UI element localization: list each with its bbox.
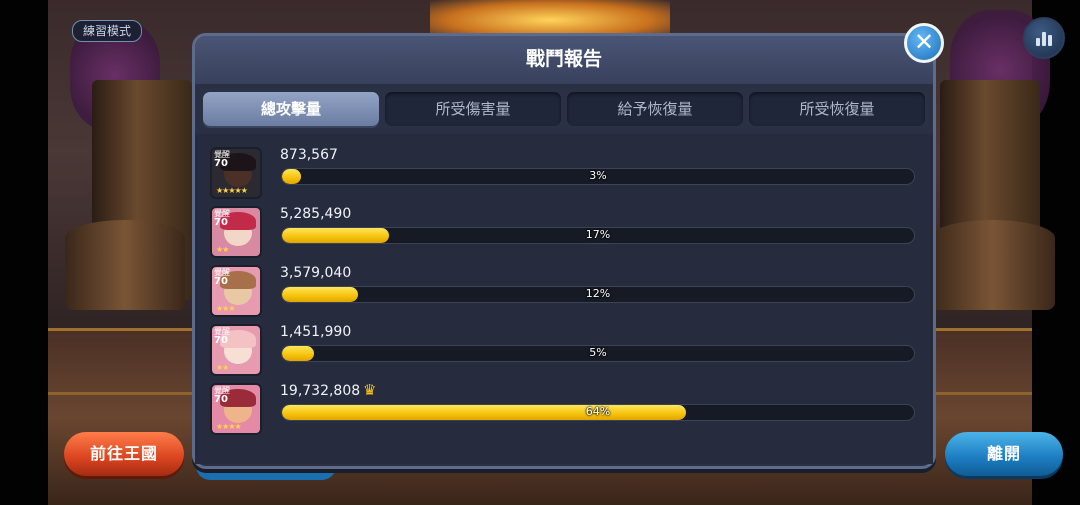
percent-label: 3% [589, 169, 607, 182]
close-icon: ✕ [913, 28, 935, 56]
cookie-avatar[interactable]: 覺醒 70 ★★★ [210, 265, 262, 317]
list-item: 覺醒 70 ★★★ 3,579,040 12% [195, 265, 933, 323]
progress-track: 64% [281, 404, 915, 421]
avatar-level: 覺醒 70 [214, 327, 230, 346]
avatar-level: 覺醒 70 [214, 209, 230, 228]
tab-damage-taken[interactable]: 所受傷害量 [385, 92, 561, 126]
cookie-avatar[interactable]: 覺醒 70 ★★★★ [210, 383, 262, 435]
go-to-kingdom-button[interactable]: 前往王國 [64, 432, 184, 476]
cookie-avatar[interactable]: 覺醒 70 ★★ [210, 206, 262, 258]
close-button[interactable]: ✕ [904, 23, 944, 63]
crown-icon: ♛ [363, 381, 377, 399]
leave-button[interactable]: 離開 [945, 432, 1063, 476]
cookie-avatar[interactable]: 覺醒 70 ★★★★★ [210, 147, 262, 199]
damage-value: 3,579,040 [280, 265, 352, 281]
star-icon: ★★★ [216, 304, 235, 313]
damage-value: 5,285,490 [280, 206, 352, 222]
list-item: 覺醒 70 ★★★★★ 873,567 3% [195, 147, 933, 205]
damage-value: 1,451,990 [280, 324, 352, 340]
list-item: 覺醒 70 ★★ 5,285,490 17% [195, 206, 933, 264]
letterbox-left [0, 0, 48, 505]
percent-label: 5% [589, 346, 607, 359]
list-item: 覺醒 70 ★★★★ 19,732,808 ♛ 64% [195, 381, 933, 441]
cookie-avatar[interactable]: 覺醒 70 ★★ [210, 324, 262, 376]
practice-mode-badge: 練習模式 [72, 20, 143, 42]
pillar-base-left [65, 220, 185, 310]
star-icon: ★★★★ [216, 422, 242, 431]
tab-healing-given[interactable]: 給予恢復量 [567, 92, 743, 126]
damage-value: 19,732,808 [280, 383, 361, 399]
stats-button[interactable] [1023, 17, 1065, 59]
percent-label: 17% [585, 228, 611, 241]
progress-track: 12% [281, 286, 915, 303]
star-icon: ★★ [216, 245, 229, 254]
panel-title: 戰鬥報告 [525, 48, 602, 70]
tab-healing-received[interactable]: 所受恢復量 [749, 92, 925, 126]
progress-track: 3% [281, 168, 915, 185]
star-icon: ★★ [216, 363, 229, 372]
percent-label: 12% [585, 287, 611, 300]
tab-total-attack[interactable]: 總攻擊量 [203, 92, 379, 126]
progress-track: 17% [281, 227, 915, 244]
tab-bar: 總攻擊量 所受傷害量 給予恢復量 所受恢復量 [195, 84, 933, 132]
star-icon: ★★★★★ [216, 186, 248, 195]
battle-report-panel: 戰鬥報告 總攻擊量 所受傷害量 給予恢復量 所受恢復量 覺醒 70 ★★★★★ 8… [192, 33, 936, 469]
avatar-level: 覺醒 70 [214, 150, 230, 169]
percent-label: 64% [585, 405, 611, 418]
progress-track: 5% [281, 345, 915, 362]
list-item: 覺醒 70 ★★ 1,451,990 5% [195, 324, 933, 382]
damage-value: 873,567 [280, 147, 338, 163]
damage-list: 覺醒 70 ★★★★★ 873,567 3% 覺醒 70 ★★ 5,285,490 … [195, 134, 933, 464]
avatar-level: 覺醒 70 [214, 386, 230, 405]
pillar-base-right [930, 220, 1055, 310]
avatar-level: 覺醒 70 [214, 268, 230, 287]
